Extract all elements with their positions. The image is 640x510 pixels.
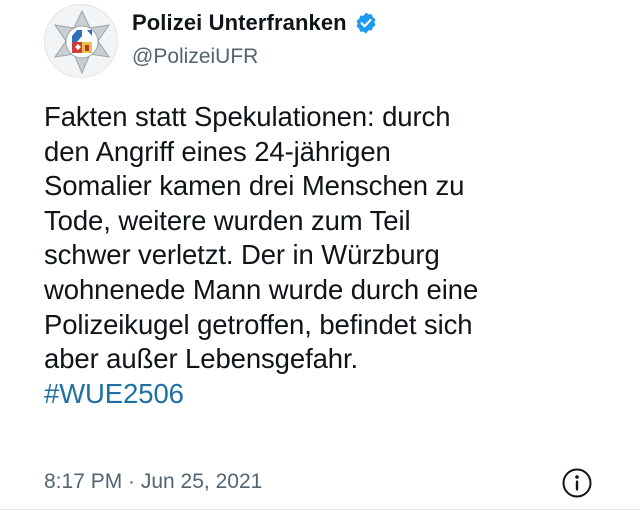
tweet-text-line: Somalier kamen drei Menschen zu bbox=[44, 170, 465, 202]
tweet-text: Fakten statt Spekulationen: durch den An… bbox=[44, 100, 634, 411]
tweet-timestamp[interactable]: 8:17 PM · Jun 25, 2021 bbox=[44, 470, 262, 494]
tweet-text-line: schwer verletzt. Der in Würzburg bbox=[44, 239, 440, 271]
tweet-text-line: aber außer Lebensgefahr. bbox=[44, 343, 359, 375]
police-star-logo-icon bbox=[53, 9, 111, 75]
tweet-card: Polizei Unterfranken @PolizeiUFR Fakten … bbox=[0, 0, 640, 510]
info-circle-icon[interactable] bbox=[561, 467, 593, 499]
avatar[interactable] bbox=[44, 4, 118, 78]
user-handle[interactable]: @PolizeiUFR bbox=[132, 45, 258, 69]
display-name[interactable]: Polizei Unterfranken bbox=[132, 10, 347, 36]
tweet-text-line: Fakten statt Spekulationen: durch bbox=[44, 101, 451, 132]
tweet-text-line: Polizeikugel getroffen, befindet sich bbox=[44, 308, 473, 340]
tweet-text-line: Tode, weitere wurden zum Teil bbox=[44, 204, 411, 236]
name-row: Polizei Unterfranken bbox=[132, 10, 378, 36]
tweet-text-line: den Angriff eines 24-jährigen bbox=[44, 135, 391, 167]
tweet-text-line: wohnenede Mann wurde durch eine bbox=[44, 273, 479, 305]
verified-badge-icon bbox=[356, 12, 376, 34]
hashtag-link[interactable]: #WUE2506 bbox=[44, 377, 634, 412]
